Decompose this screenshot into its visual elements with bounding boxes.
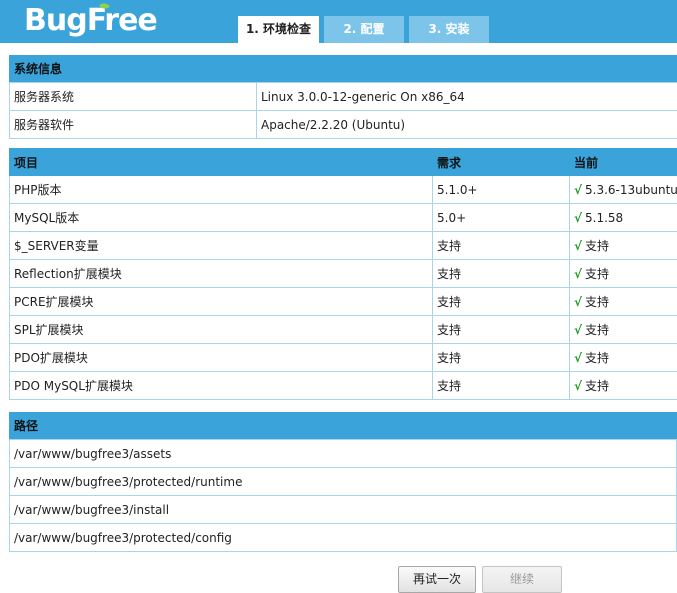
requirement-item: Reflection扩展模块	[9, 259, 433, 288]
requirement-current: √ 5.3.6-13ubuntu3	[569, 175, 677, 204]
paths-table: /var/www/bugfree3/assets /var/www/bugfre…	[9, 439, 677, 552]
table-row: /var/www/bugfree3/install	[9, 495, 677, 524]
requirement-current: √ 支持	[569, 259, 677, 288]
path-value: /var/www/bugfree3/protected/config	[9, 523, 677, 552]
path-value: /var/www/bugfree3/protected/runtime	[9, 467, 677, 496]
requirement-current-value: 支持	[585, 295, 610, 309]
server-os-label: 服务器系统	[9, 82, 257, 111]
table-row: SPL扩展模块 支持 √ 支持	[9, 315, 677, 344]
table-row: 服务器系统 Linux 3.0.0-12-generic On x86_64	[9, 82, 677, 111]
table-row: PDO扩展模块 支持 √ 支持	[9, 343, 677, 372]
table-row: Reflection扩展模块 支持 √ 支持	[9, 259, 677, 288]
requirement-current-value: 支持	[585, 323, 610, 337]
requirement-current-value: 5.3.6-13ubuntu3	[585, 182, 677, 197]
requirement-required: 支持	[432, 231, 570, 260]
check-icon: √	[574, 323, 583, 337]
table-row: PCRE扩展模块 支持 √ 支持	[9, 287, 677, 316]
requirement-required: 支持	[432, 315, 570, 344]
tab-environment-check[interactable]: 1. 环境检查	[238, 16, 319, 43]
server-os-value: Linux 3.0.0-12-generic On x86_64	[256, 82, 677, 111]
requirement-current-value: 5.1.58	[585, 210, 624, 225]
table-row: 服务器软件 Apache/2.2.20 (Ubuntu)	[9, 110, 677, 139]
system-info-table: 服务器系统 Linux 3.0.0-12-generic On x86_64 服…	[9, 82, 677, 139]
table-row: /var/www/bugfree3/protected/config	[9, 523, 677, 552]
server-software-label: 服务器软件	[9, 110, 257, 139]
requirement-item: $_SERVER变量	[9, 231, 433, 260]
path-value: /var/www/bugfree3/install	[9, 495, 677, 524]
tab-install[interactable]: 3. 安装	[409, 16, 489, 43]
requirement-item: PHP版本	[9, 175, 433, 204]
path-value: /var/www/bugfree3/assets	[9, 439, 677, 468]
check-icon: √	[574, 182, 583, 197]
system-info-title: 系统信息	[9, 55, 677, 82]
requirement-item: SPL扩展模块	[9, 315, 433, 344]
requirement-current-value: 支持	[585, 351, 610, 365]
server-software-value: Apache/2.2.20 (Ubuntu)	[256, 110, 677, 139]
requirements-table: 项目 需求 当前 PHP版本 5.1.0+ √ 5.3.6-13ubuntu3 M…	[9, 148, 677, 400]
check-icon: √	[574, 351, 583, 365]
requirement-current: √ 支持	[569, 287, 677, 316]
requirement-required: 支持	[432, 259, 570, 288]
requirement-current: √ 5.1.58	[569, 203, 677, 232]
check-icon: √	[574, 267, 583, 281]
requirement-item: PDO扩展模块	[9, 343, 433, 372]
bugfree-logo: BugFree	[24, 3, 158, 38]
column-header-required: 需求	[432, 148, 570, 176]
continue-button[interactable]: 继续	[482, 566, 562, 593]
requirement-required: 支持	[432, 371, 570, 400]
requirement-current: √ 支持	[569, 315, 677, 344]
requirement-item: PCRE扩展模块	[9, 287, 433, 316]
requirement-required: 5.1.0+	[432, 175, 570, 204]
table-row: PHP版本 5.1.0+ √ 5.3.6-13ubuntu3	[9, 175, 677, 204]
requirement-required: 支持	[432, 287, 570, 316]
requirement-current: √ 支持	[569, 343, 677, 372]
requirement-item: MySQL版本	[9, 203, 433, 232]
requirements-header-row: 项目 需求 当前	[9, 148, 677, 176]
paths-section: 路径 /var/www/bugfree3/assets /var/www/bug…	[9, 412, 677, 552]
retry-button[interactable]: 再试一次	[398, 566, 476, 593]
app-header: BugFree 1. 环境检查 2. 配置 3. 安装	[0, 0, 677, 43]
system-info-section: 系统信息 服务器系统 Linux 3.0.0-12-generic On x86…	[9, 55, 677, 139]
paths-title: 路径	[9, 412, 677, 439]
requirement-required: 5.0+	[432, 203, 570, 232]
requirement-current-value: 支持	[585, 379, 610, 393]
check-icon: √	[574, 239, 583, 253]
requirements-section: 项目 需求 当前 PHP版本 5.1.0+ √ 5.3.6-13ubuntu3 M…	[9, 148, 677, 400]
table-row: PDO MySQL扩展模块 支持 √ 支持	[9, 371, 677, 400]
requirement-current: √ 支持	[569, 371, 677, 400]
table-row: /var/www/bugfree3/protected/runtime	[9, 467, 677, 496]
check-icon: √	[574, 379, 583, 393]
requirement-current-value: 支持	[585, 239, 610, 253]
column-header-current: 当前	[569, 148, 677, 176]
requirement-required: 支持	[432, 343, 570, 372]
check-icon: √	[574, 295, 583, 309]
table-row: $_SERVER变量 支持 √ 支持	[9, 231, 677, 260]
requirement-current: √ 支持	[569, 231, 677, 260]
requirement-current-value: 支持	[585, 267, 610, 281]
requirement-item: PDO MySQL扩展模块	[9, 371, 433, 400]
column-header-item: 项目	[9, 148, 433, 176]
check-icon: √	[574, 210, 583, 225]
table-row: MySQL版本 5.0+ √ 5.1.58	[9, 203, 677, 232]
table-row: /var/www/bugfree3/assets	[9, 439, 677, 468]
tab-configuration[interactable]: 2. 配置	[324, 16, 404, 43]
